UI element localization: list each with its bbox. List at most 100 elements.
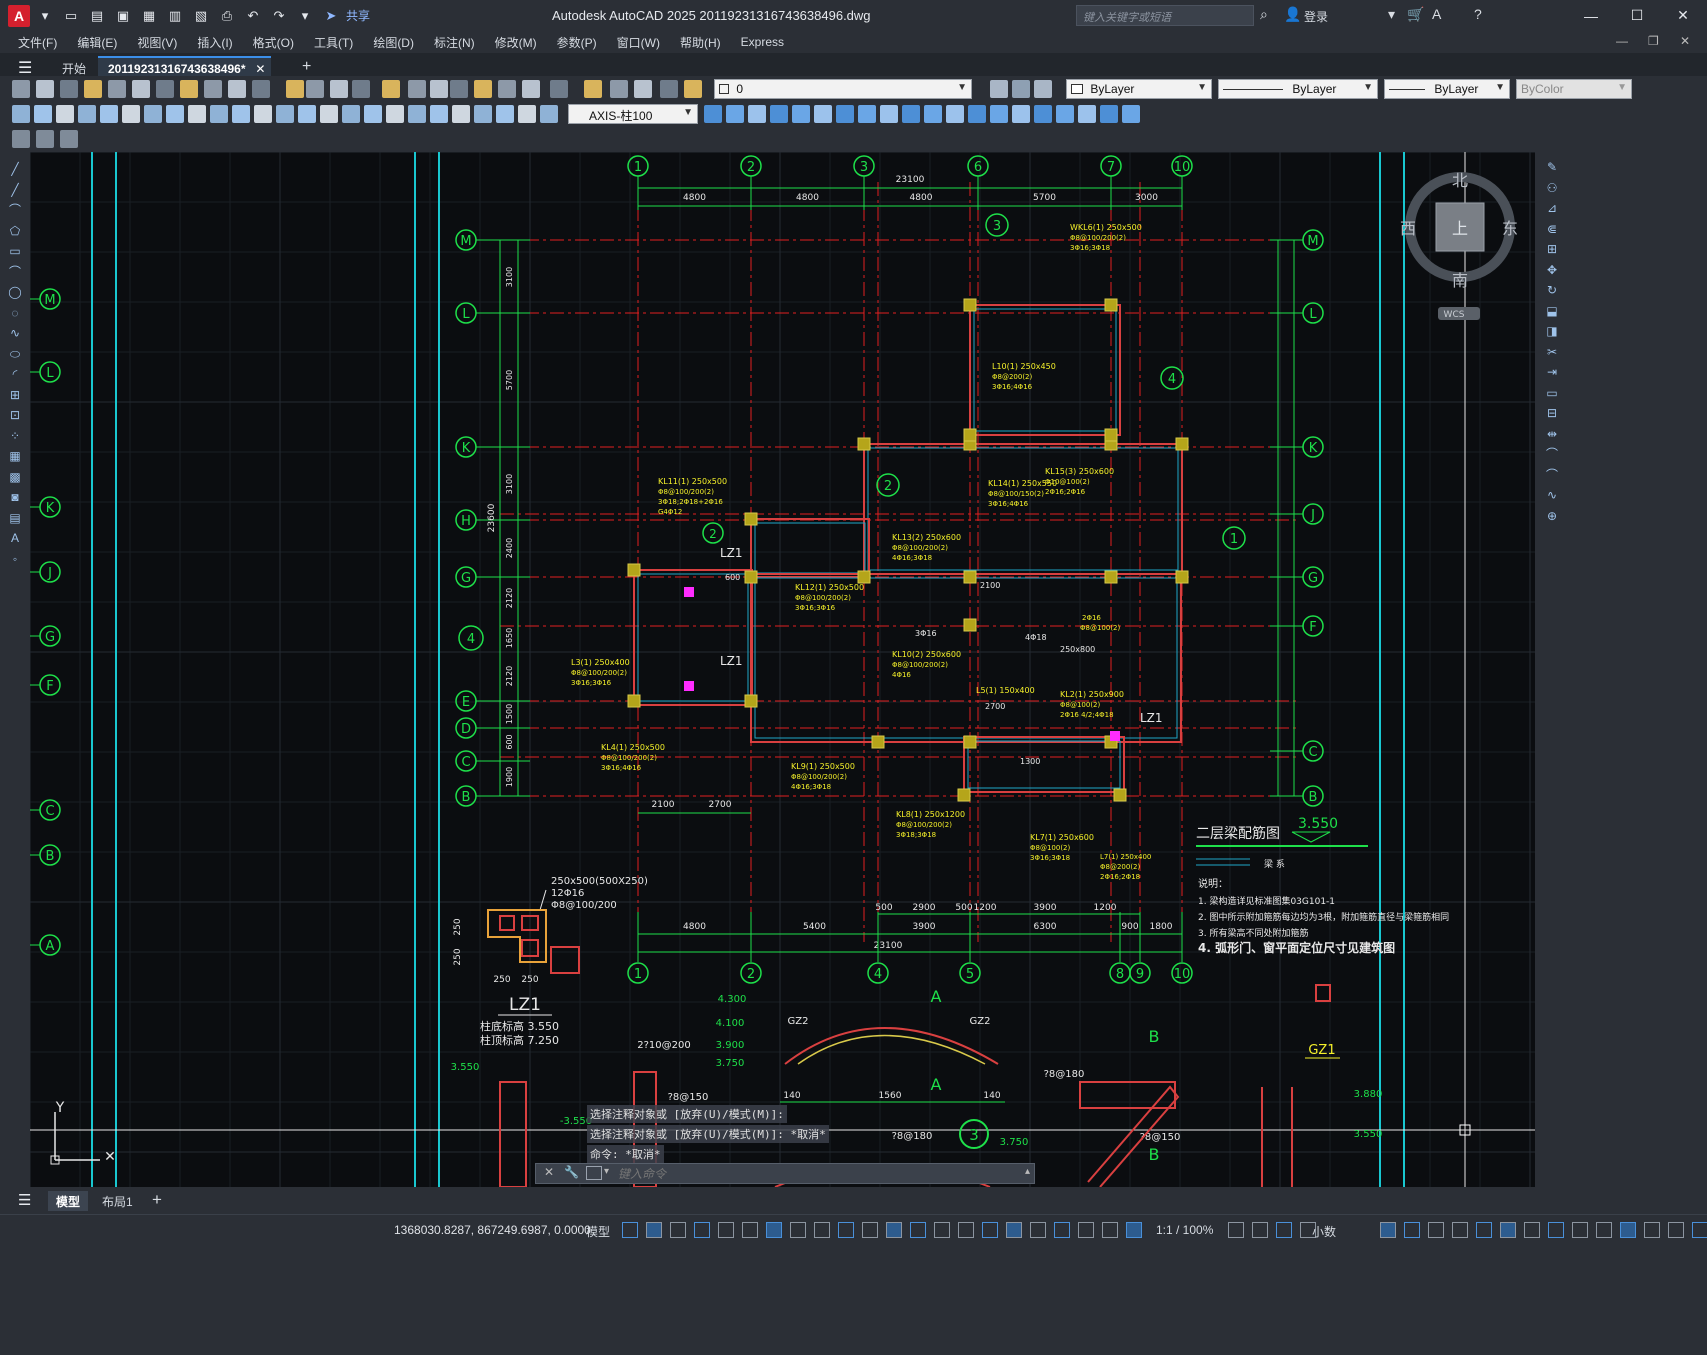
- modify-tool-icon[interactable]: ⊿: [1544, 201, 1560, 215]
- modify-tool-icon[interactable]: ⚇: [1544, 181, 1560, 195]
- modify-tool-icon[interactable]: ▭: [1544, 386, 1560, 400]
- app-menu-arrow-icon[interactable]: ▾: [34, 5, 56, 27]
- toolbar-icon[interactable]: [36, 130, 54, 148]
- modify-tool-icon[interactable]: [792, 105, 810, 123]
- modify-tool-icon[interactable]: ∿: [1544, 488, 1560, 502]
- dimension-tool-icon[interactable]: [100, 105, 118, 123]
- modify-tool-icon[interactable]: [858, 105, 876, 123]
- status-toggle-icon[interactable]: [1380, 1222, 1396, 1238]
- undo-icon[interactable]: ↶: [242, 5, 264, 27]
- toolbar-icon[interactable]: [204, 80, 222, 98]
- modify-tool-icon[interactable]: [1056, 105, 1074, 123]
- menu-file[interactable]: 文件(F): [8, 34, 67, 51]
- draw-tool-icon[interactable]: ▭: [7, 244, 23, 258]
- dimension-tool-icon[interactable]: [34, 105, 52, 123]
- status-toggle-icon[interactable]: [958, 1222, 974, 1238]
- toolbar-icon[interactable]: [84, 80, 102, 98]
- draw-tool-icon[interactable]: ▤: [7, 511, 23, 525]
- draw-tool-icon[interactable]: ⊡: [7, 408, 23, 422]
- toolbar-icon[interactable]: [286, 80, 304, 98]
- menu-express[interactable]: Express: [731, 35, 794, 49]
- color-combo[interactable]: ByLayer ▼: [1066, 79, 1212, 99]
- dimension-tool-icon[interactable]: [298, 105, 316, 123]
- modify-tool-icon[interactable]: [836, 105, 854, 123]
- plotstyle-combo[interactable]: ByColor ▼: [1516, 79, 1632, 99]
- open-icon[interactable]: ▤: [86, 5, 108, 27]
- status-toggle-icon[interactable]: [622, 1222, 638, 1238]
- share-icon[interactable]: ➤: [320, 5, 342, 27]
- draw-tool-icon[interactable]: ╱: [7, 162, 23, 176]
- new-tab-icon[interactable]: +: [292, 54, 321, 78]
- hamburger-menu-icon[interactable]: ☰: [18, 58, 32, 78]
- search-input[interactable]: 键入关键字或短语: [1076, 5, 1254, 26]
- annotation-scale[interactable]: 1:1 / 100%: [1156, 1223, 1213, 1237]
- app-logo[interactable]: A: [8, 4, 30, 27]
- modify-tool-icon[interactable]: ⌒: [1544, 468, 1560, 482]
- draw-tool-icon[interactable]: ◌: [7, 306, 23, 320]
- compass-south[interactable]: 南: [1452, 271, 1468, 290]
- status-toggle-icon[interactable]: [1078, 1222, 1094, 1238]
- status-toggle-icon[interactable]: [838, 1222, 854, 1238]
- toolbar-icon[interactable]: [12, 80, 30, 98]
- redo-icon[interactable]: ↷: [268, 5, 290, 27]
- draw-tool-icon[interactable]: ⁘: [7, 429, 23, 443]
- modify-tool-icon[interactable]: [1012, 105, 1030, 123]
- modify-tool-icon[interactable]: [726, 105, 744, 123]
- units-display[interactable]: 小数: [1312, 1223, 1336, 1240]
- status-toggle-icon[interactable]: [1692, 1222, 1707, 1238]
- dimension-tool-icon[interactable]: [518, 105, 536, 123]
- dimension-tool-icon[interactable]: [254, 105, 272, 123]
- draw-tool-icon[interactable]: ⬠: [7, 224, 23, 238]
- modify-tool-icon[interactable]: ⋐: [1544, 222, 1560, 236]
- tab-close-icon[interactable]: ✕: [255, 62, 265, 76]
- dimension-tool-icon[interactable]: [342, 105, 360, 123]
- toolbar-icon[interactable]: [108, 80, 126, 98]
- toolbar-icon[interactable]: [430, 80, 448, 98]
- toolbar-icon[interactable]: [60, 80, 78, 98]
- toolbar-icon[interactable]: [252, 80, 270, 98]
- status-toggle-icon[interactable]: [1006, 1222, 1022, 1238]
- layer-combo[interactable]: 0 ▼: [714, 79, 972, 99]
- toolbar-icon[interactable]: [228, 80, 246, 98]
- modify-tool-icon[interactable]: ⇥: [1544, 365, 1560, 379]
- chevron-up-icon[interactable]: ▴: [1025, 1166, 1030, 1177]
- modify-tool-icon[interactable]: [1034, 105, 1052, 123]
- menu-format[interactable]: 格式(O): [243, 34, 304, 51]
- toolbar-icon[interactable]: [584, 80, 602, 98]
- cart-icon[interactable]: 🛒: [1407, 6, 1424, 23]
- menu-tools[interactable]: 工具(T): [304, 34, 363, 51]
- status-toggle-icon[interactable]: [790, 1222, 806, 1238]
- dimstyle-combo[interactable]: AXIS-柱100 ▼: [568, 104, 698, 124]
- modify-tool-icon[interactable]: [968, 105, 986, 123]
- dimension-tool-icon[interactable]: [496, 105, 514, 123]
- compass-east[interactable]: 东: [1502, 219, 1518, 238]
- search-icon[interactable]: ⌕: [1260, 6, 1268, 23]
- draw-tool-icon[interactable]: ◯: [7, 285, 23, 299]
- status-toggle-icon[interactable]: [646, 1222, 662, 1238]
- help-icon[interactable]: ?: [1474, 6, 1482, 22]
- doc-close-icon[interactable]: ✕: [1680, 34, 1690, 48]
- menu-insert[interactable]: 插入(I): [187, 34, 242, 51]
- status-toggle-icon[interactable]: [1644, 1222, 1660, 1238]
- layer-tool-icon[interactable]: [1012, 80, 1030, 98]
- compass-west[interactable]: 西: [1400, 219, 1416, 238]
- toolbar-icon[interactable]: [450, 80, 468, 98]
- layer-tool-icon[interactable]: [1034, 80, 1052, 98]
- status-toggle-icon[interactable]: [1228, 1222, 1244, 1238]
- web-mobile-icon[interactable]: ▥: [164, 5, 186, 27]
- status-toggle-icon[interactable]: [1596, 1222, 1612, 1238]
- new-icon[interactable]: ▭: [60, 5, 82, 27]
- status-toggle-icon[interactable]: [1500, 1222, 1516, 1238]
- menu-edit[interactable]: 编辑(E): [67, 34, 127, 51]
- toolbar-icon[interactable]: [684, 80, 702, 98]
- dimension-tool-icon[interactable]: [474, 105, 492, 123]
- modify-tool-icon[interactable]: ⬓: [1544, 304, 1560, 318]
- lineweight-combo[interactable]: ByLayer ▼: [1384, 79, 1510, 99]
- dimension-tool-icon[interactable]: [430, 105, 448, 123]
- tab-model[interactable]: 模型: [48, 1191, 89, 1211]
- chevron-down-icon[interactable]: ▾: [1388, 6, 1395, 23]
- linetype-combo[interactable]: ByLayer ▼: [1218, 79, 1378, 99]
- draw-tool-icon[interactable]: ∿: [7, 326, 23, 340]
- dimension-tool-icon[interactable]: [540, 105, 558, 123]
- status-toggle-icon[interactable]: [1428, 1222, 1444, 1238]
